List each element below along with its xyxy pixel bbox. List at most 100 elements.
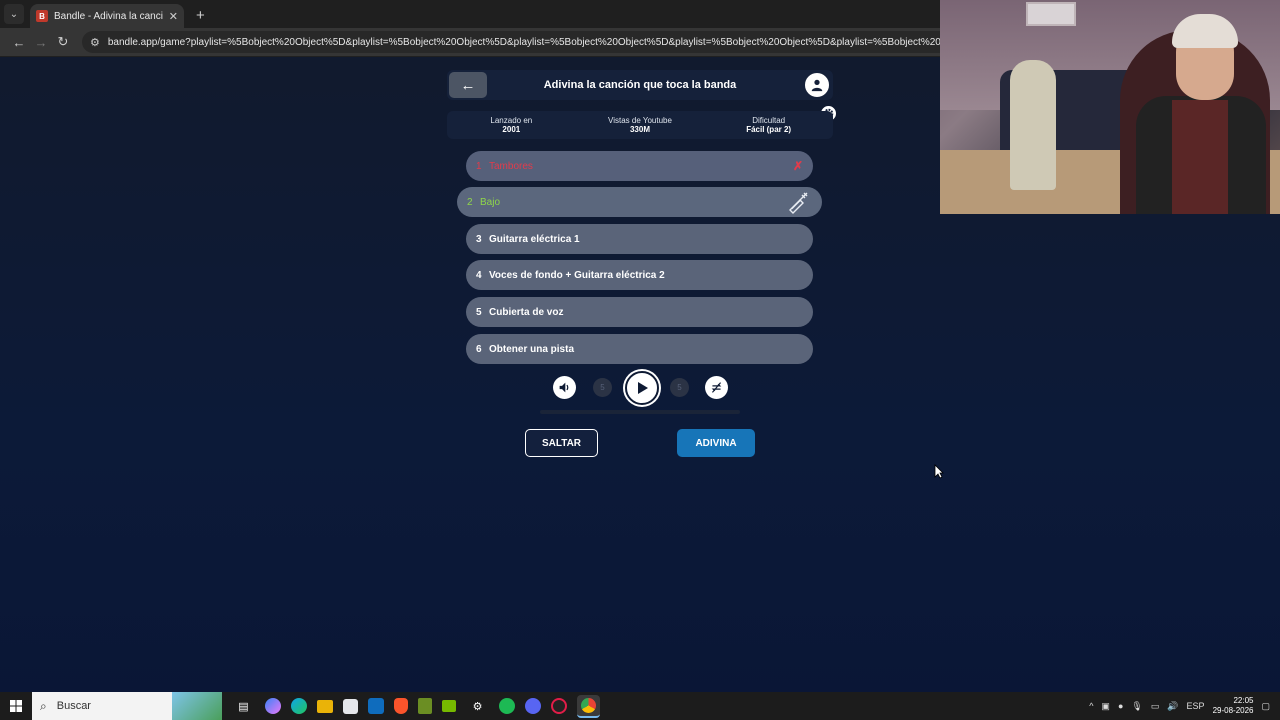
taskbar-apps: ▤ ⚙ bbox=[232, 694, 600, 718]
track-item-bass[interactable]: 2 Bajo bbox=[457, 187, 822, 217]
track-item-electric-guitar-1[interactable]: 3 Guitarra eléctrica 1 bbox=[466, 224, 813, 254]
chevron-up-icon[interactable]: ^ bbox=[1089, 701, 1093, 711]
info-label: Lanzado en bbox=[490, 116, 533, 125]
track-number: 3 bbox=[476, 233, 482, 245]
clock[interactable]: 22:05 29-08-2026 bbox=[1213, 696, 1254, 716]
volume-button[interactable] bbox=[553, 376, 576, 399]
network-icon[interactable]: ▭ bbox=[1151, 701, 1160, 712]
arrow-left-icon: ← bbox=[460, 76, 476, 94]
back-arrow-icon[interactable]: ← bbox=[8, 35, 30, 50]
forward-5-icon: 5 bbox=[677, 383, 682, 392]
webcam-person-background bbox=[1010, 60, 1056, 190]
forward-button[interactable]: 5 bbox=[670, 378, 689, 397]
mouse-cursor-icon bbox=[934, 464, 944, 479]
track-number: 1 bbox=[476, 160, 482, 172]
microphone-icon[interactable]: 🎙 bbox=[1131, 701, 1142, 712]
edge-icon[interactable] bbox=[291, 698, 307, 714]
webcam-shelf bbox=[1026, 2, 1076, 26]
windows-taskbar: ⌕ Buscar ▤ ⚙ ^ ▣ ● 🎙 ▭ 🔊 ESP 22:05 29-08… bbox=[0, 692, 1280, 720]
recorder-icon[interactable] bbox=[551, 698, 567, 714]
info-value: Fácil (par 2) bbox=[746, 125, 792, 134]
info-value: 330M bbox=[629, 125, 650, 134]
new-tab-icon[interactable]: + bbox=[196, 7, 205, 24]
track-number: 4 bbox=[476, 269, 482, 281]
tray-app-icon[interactable]: ▣ bbox=[1101, 701, 1110, 712]
notification-icon[interactable]: ▢ bbox=[1261, 701, 1270, 712]
guess-button[interactable]: ADIVINA bbox=[677, 429, 755, 457]
discord-icon[interactable] bbox=[525, 698, 541, 714]
rewind-5-icon: 5 bbox=[600, 383, 605, 392]
track-item-vocals[interactable]: 5 Cubierta de voz bbox=[466, 297, 813, 327]
tray-app-icon[interactable]: ● bbox=[1118, 701, 1123, 711]
info-youtube-views: Vistas de Youtube 330M bbox=[580, 116, 700, 134]
windows-logo-icon bbox=[10, 700, 22, 712]
track-item-drums[interactable]: 1 Tambores ✗ bbox=[466, 151, 813, 181]
track-number: 5 bbox=[476, 306, 482, 318]
info-label: Vistas de Youtube bbox=[608, 116, 672, 125]
playback-progress-bar[interactable] bbox=[540, 410, 740, 414]
info-value: 2001 bbox=[502, 125, 521, 134]
store-icon[interactable] bbox=[343, 698, 358, 714]
playback-controls: 5 5 bbox=[553, 371, 731, 405]
tab-title: Bandle - Adivina la canción, un bbox=[54, 10, 163, 22]
track-label: Obtener una pista bbox=[489, 343, 575, 355]
webcam-shirt bbox=[1172, 100, 1228, 214]
copilot-icon[interactable] bbox=[265, 698, 281, 714]
info-label: Dificultad bbox=[752, 116, 786, 125]
bass-guitar-icon bbox=[789, 192, 808, 214]
play-icon bbox=[638, 382, 648, 394]
outlook-icon[interactable] bbox=[368, 698, 384, 714]
track-label: Tambores bbox=[489, 160, 533, 172]
spotify-icon[interactable] bbox=[499, 698, 515, 714]
tab-close-icon[interactable]: ✕ bbox=[169, 10, 178, 23]
profile-button[interactable] bbox=[803, 71, 831, 99]
fail-x-icon: ✗ bbox=[792, 159, 803, 173]
speaker-icon bbox=[559, 382, 569, 393]
song-info-bar: Lanzado en 2001 Vistas de Youtube 330M D… bbox=[447, 111, 833, 139]
windows-start-button[interactable] bbox=[0, 692, 32, 720]
search-icon: ⌕ bbox=[40, 698, 47, 713]
play-button[interactable] bbox=[625, 371, 659, 405]
skip-button[interactable]: SALTAR bbox=[525, 429, 598, 457]
brave-icon[interactable] bbox=[394, 698, 408, 714]
user-icon bbox=[811, 79, 823, 92]
track-label: Cubierta de voz bbox=[489, 306, 564, 318]
language-indicator[interactable]: ESP bbox=[1187, 701, 1205, 711]
volume-icon[interactable]: 🔊 bbox=[1167, 701, 1178, 712]
file-explorer-icon[interactable] bbox=[317, 699, 333, 713]
webcam-overlay bbox=[940, 0, 1280, 214]
track-item-backing-vocals[interactable]: 4 Voces de fondo + Guitarra eléctrica 2 bbox=[466, 260, 813, 290]
nvidia-icon[interactable] bbox=[442, 700, 456, 712]
track-number: 2 bbox=[467, 196, 473, 208]
browser-tab[interactable]: B Bandle - Adivina la canción, un ✕ bbox=[30, 4, 184, 28]
search-label: Buscar bbox=[56, 700, 91, 712]
clock-date: 29-08-2026 bbox=[1212, 706, 1254, 715]
track-label: Guitarra eléctrica 1 bbox=[489, 233, 580, 245]
page-title: Adivina la canción que toca la banda bbox=[543, 79, 737, 91]
task-view-icon[interactable]: ▤ bbox=[232, 695, 255, 718]
loop-toggle-button[interactable] bbox=[705, 376, 728, 399]
track-item-hint[interactable]: 6 Obtener una pista bbox=[466, 334, 813, 364]
reload-icon[interactable]: ↻ bbox=[52, 34, 74, 50]
tab-search-chevron-icon[interactable]: ⌄ bbox=[4, 4, 24, 24]
track-label: Bajo bbox=[480, 196, 501, 208]
forward-arrow-icon[interactable]: → bbox=[30, 35, 52, 50]
track-number: 6 bbox=[476, 343, 482, 355]
back-button[interactable]: ← bbox=[449, 72, 487, 98]
url-text: bandle.app/game?playlist=%5Bobject%20Obj… bbox=[107, 36, 1004, 48]
site-info-icon[interactable]: ⚙ bbox=[90, 36, 100, 49]
clock-time: 22:05 bbox=[1233, 696, 1254, 705]
chrome-icon[interactable] bbox=[577, 694, 600, 718]
loop-off-icon bbox=[711, 382, 722, 393]
search-highlight-image bbox=[172, 692, 222, 720]
minecraft-icon[interactable] bbox=[418, 698, 432, 714]
track-label: Voces de fondo + Guitarra eléctrica 2 bbox=[489, 269, 665, 281]
system-tray: ^ ▣ ● 🎙 ▭ 🔊 ESP 22:05 29-08-2026 ▢ bbox=[1089, 692, 1280, 720]
info-release-year: Lanzado en 2001 bbox=[451, 116, 571, 134]
taskbar-search[interactable]: ⌕ Buscar bbox=[32, 692, 222, 720]
settings-icon[interactable]: ⚙ bbox=[466, 695, 489, 718]
rewind-button[interactable]: 5 bbox=[593, 378, 612, 397]
game-header: ← Adivina la canción que toca la banda bbox=[447, 70, 833, 100]
info-difficulty: Dificultad Fácil (par 2) bbox=[709, 116, 829, 134]
bandle-favicon-icon: B bbox=[36, 10, 48, 22]
